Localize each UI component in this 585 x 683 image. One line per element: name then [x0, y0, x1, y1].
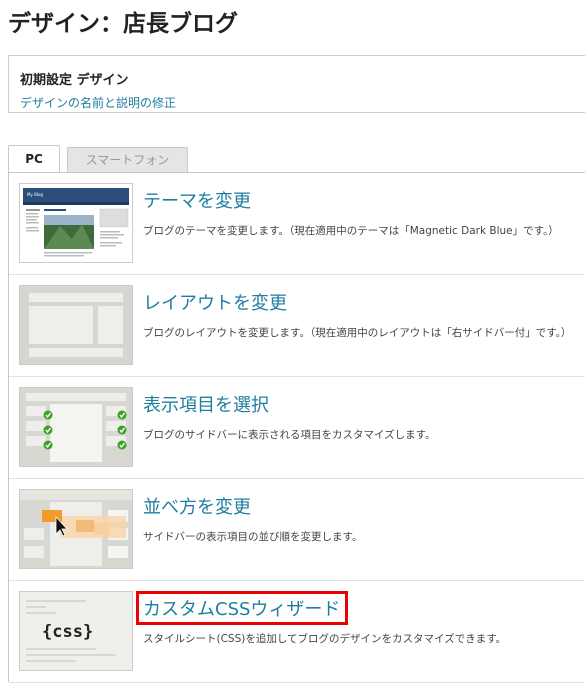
list-item-display-items: 表示項目を選択 ブログのサイドバーに表示される項目をカスタマイズします。	[9, 377, 585, 479]
tab-pc[interactable]: PC	[8, 145, 60, 173]
list-item-custom-css: {css} カスタムCSSウィザード スタイルシート(CSS)を追加してブログの…	[9, 581, 585, 683]
reorder-thumbnail[interactable]	[19, 489, 133, 569]
select-display-items-link[interactable]: 表示項目を選択	[143, 391, 269, 417]
change-layout-description: ブログのレイアウトを変更します。（現在適用中のレイアウトは「右サイドバー付」です…	[143, 327, 572, 339]
custom-css-description: スタイルシート(CSS)を追加してブログのデザインをカスタマイズできます。	[143, 633, 507, 645]
change-theme-link[interactable]: テーマを変更	[143, 187, 251, 213]
list-item-layout: レイアウトを変更 ブログのレイアウトを変更します。（現在適用中のレイアウトは「右…	[9, 275, 585, 377]
change-layout-link[interactable]: レイアウトを変更	[143, 289, 287, 315]
select-display-items-description: ブログのサイドバーに表示される項目をカスタマイズします。	[143, 429, 436, 441]
theme-thumb-blog-name: My Blog	[27, 192, 43, 197]
edit-design-name-link[interactable]: デザインの名前と説明の修正	[20, 94, 176, 111]
css-thumb-label: {css}	[42, 622, 93, 642]
list-item-reorder: 並べ方を変更 サイドバーの表示項目の並び順を変更します。	[9, 479, 585, 581]
change-order-description: サイドバーの表示項目の並び順を変更します。	[143, 531, 363, 543]
list-item-theme: My Blog テーマを変更 ブログのテーマを変更します。（現在適用中のテーマは…	[9, 173, 585, 275]
design-options-list: My Blog テーマを変更 ブログのテーマを変更します。（現在適用中のテーマは…	[8, 172, 585, 683]
change-theme-description: ブログのテーマを変更します。（現在適用中のテーマは「Magnetic Dark …	[143, 225, 559, 237]
layout-thumbnail[interactable]	[19, 285, 133, 365]
design-info-box: 初期設定 デザイン デザインの名前と説明の修正	[8, 55, 585, 113]
display-items-thumbnail[interactable]	[19, 387, 133, 467]
custom-css-thumbnail[interactable]: {css}	[19, 591, 133, 671]
custom-css-wizard-link[interactable]: カスタムCSSウィザード	[143, 595, 340, 621]
design-name: 初期設定 デザイン	[20, 73, 129, 88]
page-title: デザイン：店長ブログ	[8, 11, 238, 37]
tab-smartphone[interactable]: スマートフォン	[67, 147, 188, 172]
theme-thumbnail[interactable]: My Blog	[19, 183, 133, 263]
change-order-link[interactable]: 並べ方を変更	[143, 493, 251, 519]
